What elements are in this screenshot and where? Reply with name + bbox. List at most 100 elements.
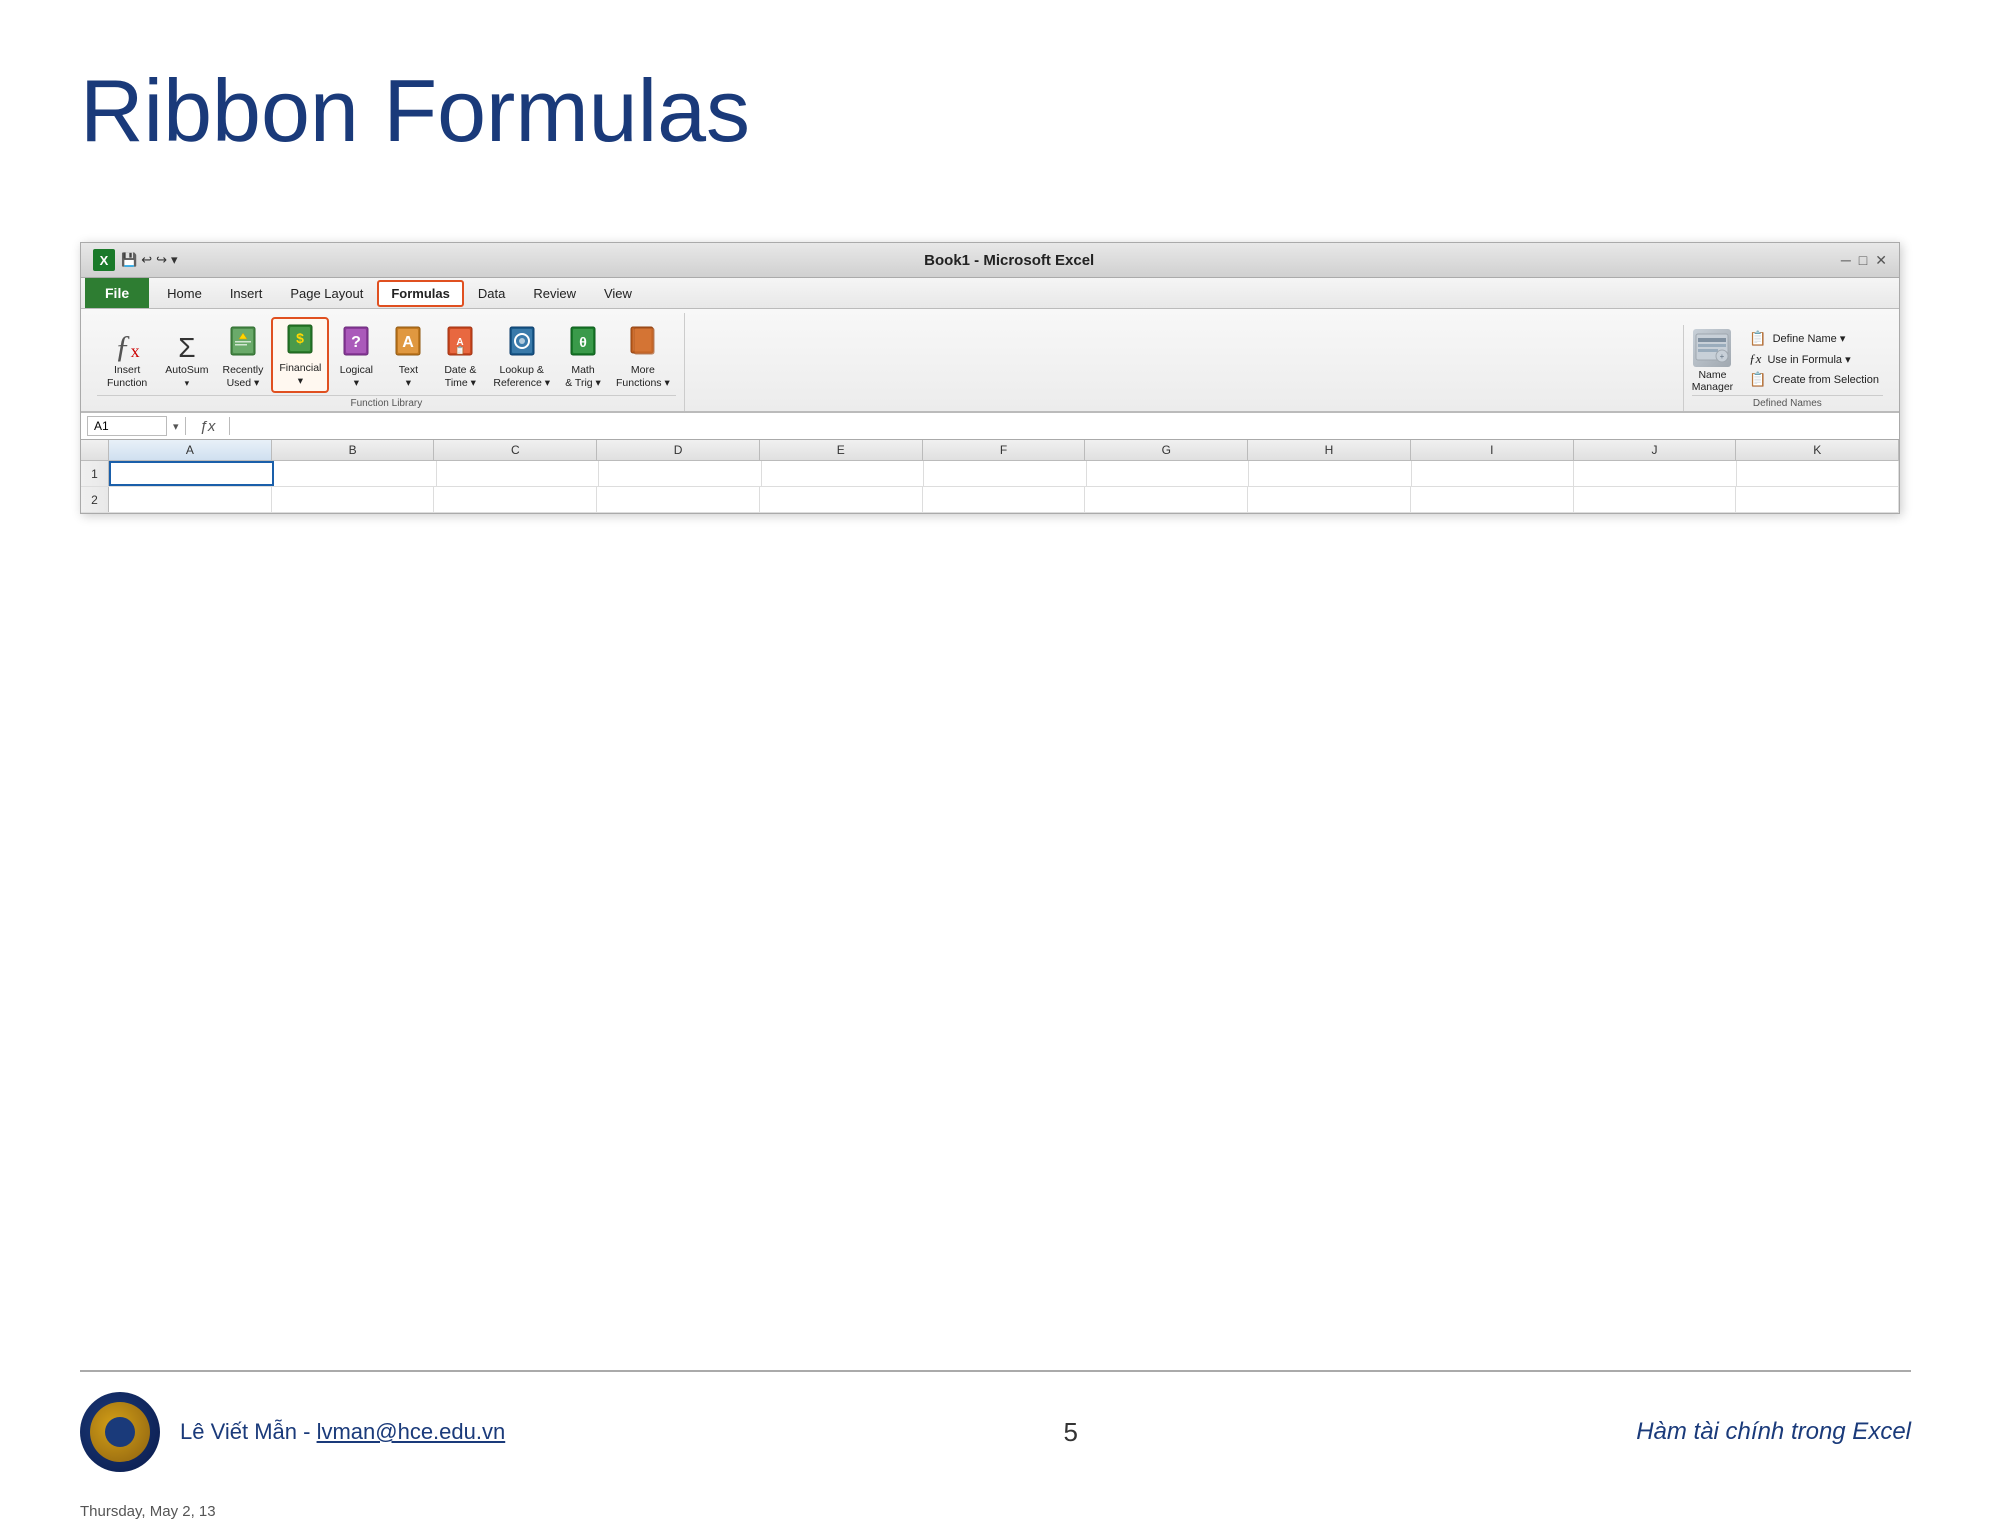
col-header-d[interactable]: D [597,440,760,460]
cell-k1[interactable] [1737,461,1899,486]
menu-insert[interactable]: Insert [216,280,277,307]
name-box-arrow[interactable]: ▾ [173,420,179,433]
create-from-selection-button[interactable]: 📋 Create from Selection [1745,370,1883,389]
lookup-reference-button[interactable]: Lookup &Reference ▾ [487,321,556,393]
excel-logo: X [93,249,115,271]
spreadsheet-row-2: 2 [81,487,1899,513]
formula-bar-sep2 [229,417,230,435]
insert-function-button[interactable]: ƒx InsertFunction [97,326,157,393]
col-header-b[interactable]: B [272,440,435,460]
more-functions-icon [627,325,659,362]
lookup-reference-icon [506,325,538,362]
formula-bar: ▾ ƒx [81,413,1899,440]
create-selection-label: Create from Selection [1773,374,1879,386]
menu-review[interactable]: Review [519,280,590,307]
autosum-button[interactable]: Σ AutoSum▾ [159,330,214,393]
cell-c2[interactable] [434,487,597,512]
math-trig-icon: θ [567,325,599,362]
use-formula-icon: ƒx [1749,351,1761,367]
define-name-icon: 📋 [1749,330,1766,347]
autosum-label: AutoSum▾ [165,364,208,389]
cell-e2[interactable] [760,487,923,512]
name-box[interactable] [87,416,167,436]
cell-i1[interactable] [1412,461,1574,486]
col-header-k[interactable]: K [1736,440,1899,460]
menu-data[interactable]: Data [464,280,519,307]
menu-view[interactable]: View [590,280,646,307]
cell-a2[interactable] [109,487,272,512]
menu-page-layout[interactable]: Page Layout [276,280,377,307]
bottom-section: Lê Viết Mẫn - lvman@hce.edu.vn 5 Hàm tài… [80,1370,1911,1472]
svg-text:A: A [403,334,415,351]
logo-center [105,1417,135,1447]
col-header-a[interactable]: A [109,440,272,460]
logical-button[interactable]: ? Logical▾ [331,321,381,393]
cell-g1[interactable] [1087,461,1249,486]
col-header-c[interactable]: C [434,440,597,460]
date-time-button[interactable]: A 📋 Date &Time ▾ [435,321,485,393]
cell-g2[interactable] [1085,487,1248,512]
lookup-reference-label: Lookup &Reference ▾ [493,364,550,389]
name-manager-label: NameManager [1692,369,1733,393]
svg-text:+: + [1720,352,1725,361]
cell-f2[interactable] [923,487,1086,512]
col-header-g[interactable]: G [1085,440,1248,460]
col-header-f[interactable]: F [923,440,1086,460]
cell-b1[interactable] [274,461,436,486]
window-title: Book1 - Microsoft Excel [924,252,1094,269]
recently-used-icon [227,325,259,362]
defined-name-actions: 📋 Define Name ▾ ƒx Use in Formula ▾ 📋 Cr… [1745,329,1883,389]
cell-k2[interactable] [1736,487,1899,512]
spreadsheet-row-1: 1 [81,461,1899,487]
menu-home[interactable]: Home [153,280,216,307]
math-trig-button[interactable]: θ Math& Trig ▾ [558,321,608,393]
cell-h2[interactable] [1248,487,1411,512]
cell-j1[interactable] [1574,461,1736,486]
financial-button[interactable]: $ Financial▾ [271,317,329,393]
col-header-i[interactable]: I [1411,440,1574,460]
svg-text:$: $ [296,330,304,346]
define-name-button[interactable]: 📋 Define Name ▾ [1745,329,1883,348]
cell-h1[interactable] [1249,461,1411,486]
logo-inner [90,1402,150,1462]
excel-window: X 💾 ↩ ↪ ▾ Book1 - Microsoft Excel ─ □ ✕ … [80,242,1900,514]
author-email[interactable]: lvman@hce.edu.vn [317,1419,506,1444]
cell-e1[interactable] [762,461,924,486]
cell-c1[interactable] [437,461,599,486]
svg-text:?: ? [351,334,361,351]
col-header-j[interactable]: J [1574,440,1737,460]
ribbon-group-function-library: ƒx InsertFunction Σ AutoSum▾ [89,313,685,411]
text-label: Text▾ [399,364,418,389]
col-header-h[interactable]: H [1248,440,1411,460]
col-header-e[interactable]: E [760,440,923,460]
cell-d1[interactable] [599,461,761,486]
recently-used-button[interactable]: RecentlyUsed ▾ [216,321,269,393]
svg-text:📋: 📋 [455,345,465,355]
column-headers: A B C D E F G H I J K [81,440,1899,461]
formula-input[interactable] [236,419,1893,434]
define-name-label: Define Name ▾ [1773,332,1846,345]
svg-text:θ: θ [579,334,587,350]
cell-d2[interactable] [597,487,760,512]
cell-j2[interactable] [1574,487,1737,512]
name-manager-button[interactable]: + NameManager [1692,329,1733,393]
row-header-1: 1 [81,461,109,486]
cell-b2[interactable] [272,487,435,512]
subtitle-right: Hàm tài chính trong Excel [1636,1418,1911,1446]
more-functions-button[interactable]: MoreFunctions ▾ [610,321,676,393]
logical-icon: ? [340,325,372,362]
use-in-formula-button[interactable]: ƒx Use in Formula ▾ [1745,350,1883,368]
university-logo [80,1392,160,1472]
text-icon: A [392,325,424,362]
use-formula-label: Use in Formula ▾ [1767,353,1850,366]
math-trig-label: Math& Trig ▾ [565,364,601,389]
title-bar: X 💾 ↩ ↪ ▾ Book1 - Microsoft Excel ─ □ ✕ [81,243,1899,278]
text-button[interactable]: A Text▾ [383,321,433,393]
menu-formulas[interactable]: Formulas [377,280,464,307]
cell-f1[interactable] [924,461,1086,486]
corner-cell [81,440,109,460]
menu-file[interactable]: File [85,278,149,308]
bottom-left: Lê Viết Mẫn - lvman@hce.edu.vn [80,1392,505,1472]
cell-i2[interactable] [1411,487,1574,512]
cell-a1[interactable] [109,461,274,486]
